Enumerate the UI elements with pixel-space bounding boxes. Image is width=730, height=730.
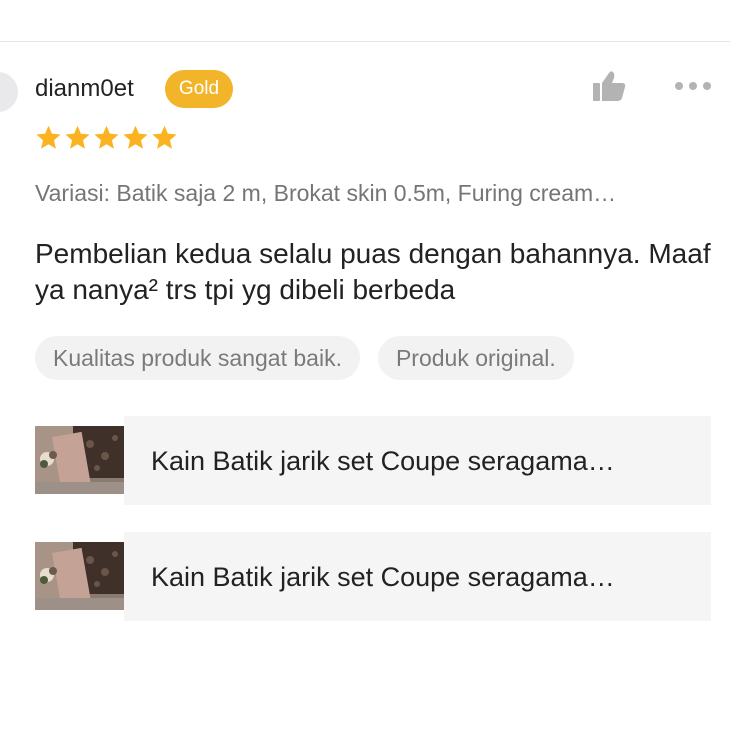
- star-icon: [36, 125, 61, 149]
- tag-original: Produk original.: [377, 336, 574, 380]
- thumbs-up-icon[interactable]: [592, 70, 626, 102]
- product-thumbnail: [35, 426, 124, 494]
- star-icon: [152, 125, 177, 149]
- product-thumbnail: [35, 542, 124, 610]
- top-divider: [0, 41, 730, 42]
- product-card[interactable]: Kain Batik jarik set Coupe seragama…: [35, 416, 711, 505]
- product-name: Kain Batik jarik set Coupe seragama…: [151, 562, 615, 592]
- tag-quality: Kualitas produk sangat baik.: [35, 336, 360, 380]
- variation-text: Variasi: Batik saja 2 m, Brokat skin 0.5…: [35, 180, 617, 206]
- product-card[interactable]: Kain Batik jarik set Coupe seragama…: [35, 532, 711, 621]
- review-tags: Kualitas produk sangat baik. Produk orig…: [35, 336, 574, 380]
- rating-stars: [35, 124, 180, 151]
- avatar[interactable]: [0, 72, 18, 112]
- product-info: Kain Batik jarik set Coupe seragama…: [124, 532, 711, 621]
- star-icon: [65, 125, 90, 149]
- review-text: Pembelian kedua selalu puas dengan bahan…: [35, 238, 711, 305]
- star-icon: [94, 125, 119, 149]
- gold-badge: Gold: [165, 70, 233, 108]
- product-name: Kain Batik jarik set Coupe seragama…: [151, 446, 615, 476]
- product-info: Kain Batik jarik set Coupe seragama…: [124, 416, 711, 505]
- more-dots-icon[interactable]: [673, 79, 713, 93]
- username[interactable]: dianm0et: [35, 74, 134, 104]
- star-icon: [123, 125, 148, 149]
